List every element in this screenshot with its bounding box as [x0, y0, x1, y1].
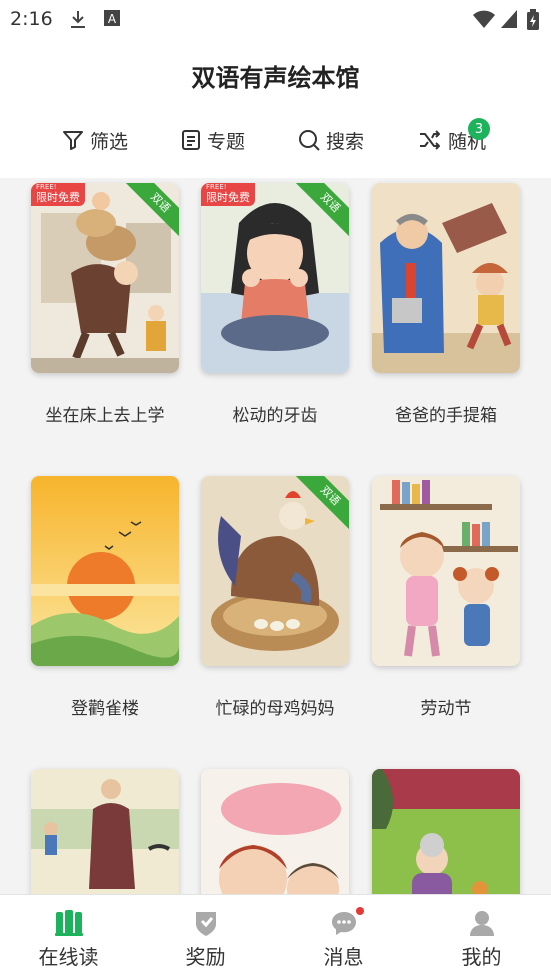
book-title: 登鹳雀楼: [71, 699, 139, 719]
book-card[interactable]: 劳动节: [372, 476, 520, 719]
tab-messages-label: 消息: [323, 945, 364, 969]
svg-text:A: A: [108, 12, 117, 26]
book-card[interactable]: 双语 忙碌的母鸡妈妈: [201, 476, 349, 719]
search-label: 搜索: [326, 130, 365, 153]
reward-icon: [195, 912, 216, 936]
status-bar: 2:16 A: [0, 0, 551, 38]
download-icon: [71, 11, 85, 28]
book-card[interactable]: [201, 769, 349, 894]
book-cover: [372, 183, 520, 373]
book-cover: [31, 769, 179, 894]
free-tag-label: 限时免费: [206, 191, 250, 204]
unread-dot: [355, 907, 364, 915]
free-tag: FREE! 限时免费: [201, 183, 255, 206]
book-cover: [372, 769, 520, 894]
cover-illustration: [372, 183, 520, 373]
book-card[interactable]: FREE! 限时免费 双语 坐在床上去上学: [31, 183, 179, 426]
books-icon: [54, 910, 83, 936]
shuffle-icon: [420, 130, 440, 150]
book-card[interactable]: 爸爸的手提箱: [372, 183, 520, 426]
topic-icon: [182, 130, 200, 150]
cover-illustration: [31, 476, 179, 666]
book-card[interactable]: [31, 769, 179, 894]
top-menu: 筛选 专题 搜索 随机 3: [0, 118, 551, 160]
profile-icon: [469, 911, 494, 936]
header: 双语有声绘本馆 筛选 专题 搜索 随机 3: [0, 38, 551, 178]
cover-illustration: [31, 769, 179, 894]
free-tag-label: 限时免费: [36, 191, 80, 204]
bottom-tab-bar: 在线读 奖励 消息 我的: [0, 894, 551, 980]
book-card[interactable]: 登鹳雀楼: [31, 476, 179, 719]
random-badge: 3: [468, 118, 491, 140]
topics-button[interactable]: 专题: [181, 120, 245, 160]
tab-profile-label: 我的: [461, 945, 502, 969]
tab-online-read[interactable]: 在线读: [0, 895, 137, 980]
tab-profile[interactable]: 我的: [413, 895, 550, 980]
book-grid: FREE! 限时免费 双语 坐在床上去上学 FREE! 限时免费 双语 松动的牙齿: [0, 178, 551, 894]
book-title: 爸爸的手提箱: [395, 406, 497, 426]
book-title: 松动的牙齿: [232, 406, 318, 426]
a-icon: A: [104, 10, 120, 26]
search-icon: [299, 130, 320, 151]
cover-illustration: [372, 769, 520, 894]
filter-icon: [63, 131, 83, 150]
filter-label: 筛选: [90, 130, 129, 153]
book-cover: 双语: [201, 476, 349, 666]
search-button[interactable]: 搜索: [298, 120, 364, 160]
battery-charging-icon: [527, 9, 539, 30]
book-cover: FREE! 限时免费 双语: [201, 183, 349, 373]
book-title: 劳动节: [420, 699, 472, 719]
random-button[interactable]: 随机 3: [418, 118, 491, 160]
tab-reward-label: 奖励: [185, 945, 226, 969]
tab-online-read-label: 在线读: [38, 945, 99, 969]
tab-reward[interactable]: 奖励: [137, 895, 274, 980]
message-icon: [331, 912, 356, 935]
book-cover: [201, 769, 349, 894]
page-title: 双语有声绘本馆: [191, 64, 360, 92]
free-tag-sub: FREE!: [206, 183, 227, 191]
wifi-icon: [473, 10, 495, 28]
topics-label: 专题: [207, 130, 246, 153]
status-time: 2:16: [10, 8, 53, 30]
book-card[interactable]: [372, 769, 520, 894]
book-cover: [372, 476, 520, 666]
tab-messages[interactable]: 消息: [275, 895, 412, 980]
book-title: 忙碌的母鸡妈妈: [215, 699, 335, 719]
filter-button[interactable]: 筛选: [62, 120, 128, 160]
cover-illustration: [372, 476, 520, 666]
cover-illustration: [201, 769, 349, 894]
book-cover: FREE! 限时免费 双语: [31, 183, 179, 373]
book-cover: [31, 476, 179, 666]
free-tag-sub: FREE!: [36, 183, 57, 191]
signal-icon: [501, 10, 517, 28]
free-tag: FREE! 限时免费: [31, 183, 85, 206]
book-card[interactable]: FREE! 限时免费 双语 松动的牙齿: [201, 183, 349, 426]
book-title: 坐在床上去上学: [45, 406, 165, 426]
